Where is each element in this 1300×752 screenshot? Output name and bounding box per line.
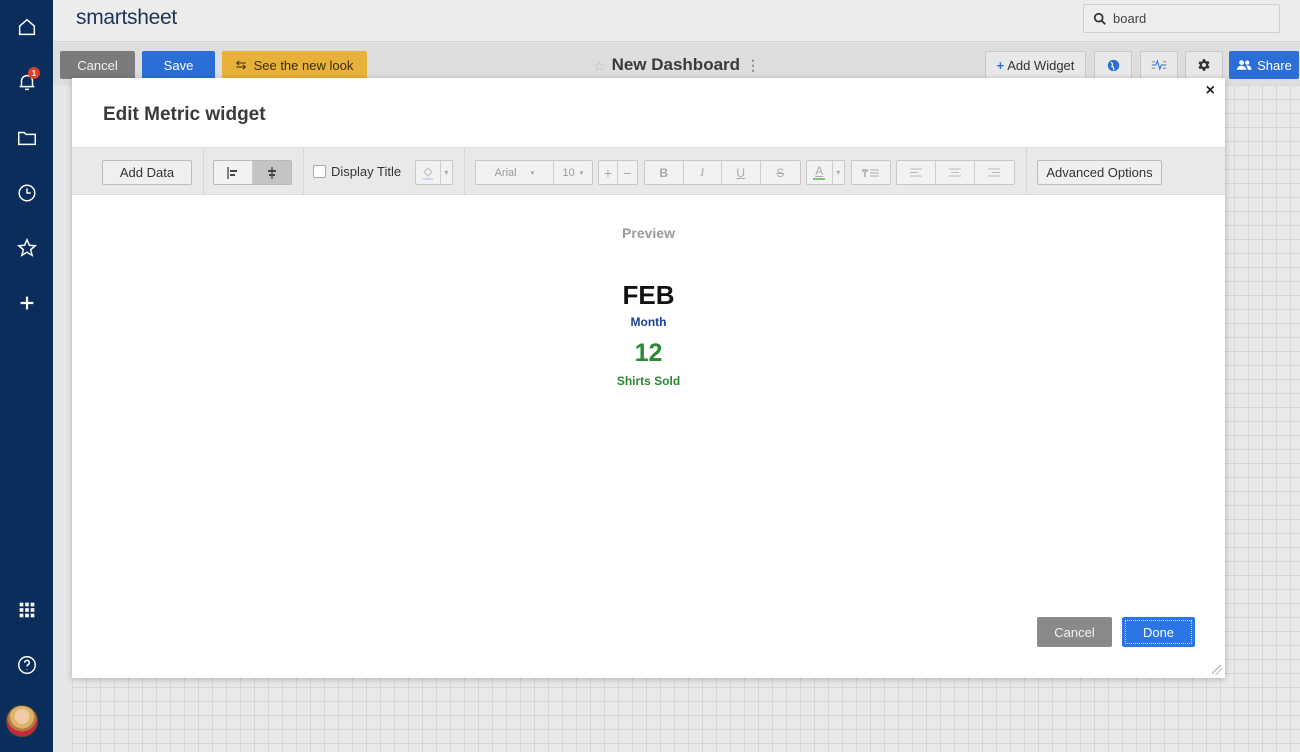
settings-button[interactable] [1185,51,1223,79]
text-color-glyph: A [815,164,824,178]
chevron-down-icon[interactable]: ▾ [833,161,844,184]
underline-button[interactable]: U [722,161,761,184]
toolbar-divider [1026,148,1027,195]
bold-button[interactable]: B [645,161,684,184]
favorite-star-icon[interactable]: ☆ [593,58,606,75]
strikethrough-button[interactable]: S [761,161,800,184]
folder-icon[interactable] [0,118,53,158]
text-style-group: B I U S [644,160,801,185]
format-painter-button[interactable] [851,160,891,185]
home-icon[interactable] [0,7,53,47]
metric-value-month: FEB [622,280,675,310]
advanced-options-button[interactable]: Advanced Options [1037,160,1162,185]
swap-arrows-icon: ⇆ [235,57,247,72]
save-button[interactable]: Save [142,51,215,79]
resize-handle-icon[interactable] [1212,665,1222,675]
edit-metric-widget-dialog: Edit Metric widget × Add Data Display Ti… [72,78,1225,678]
font-selector-group: Arial ▾ 10 ▾ [475,160,593,185]
publish-globe-button[interactable] [1094,51,1132,79]
font-size-stepper: + − [598,160,638,185]
notifications-icon[interactable]: 1 [0,62,53,102]
increase-font-size-button[interactable]: + [599,161,619,184]
notification-badge: 1 [28,67,40,79]
text-align-group [896,160,1015,185]
font-size-select[interactable]: 10 ▾ [554,161,592,184]
activity-pulse-icon [1151,59,1167,71]
alignment-toggle-group [213,160,292,185]
align-left-layout-icon[interactable] [214,161,253,184]
toolbar-divider [203,148,204,195]
add-widget-button[interactable]: + Add Widget [985,51,1086,79]
globe-icon [1107,59,1119,71]
add-data-button[interactable]: Add Data [102,160,192,185]
dashboard-title-text: New Dashboard [611,55,741,74]
search-value: board [1113,11,1147,26]
clock-icon[interactable] [0,173,53,213]
font-family-select[interactable]: Arial ▾ [476,161,554,184]
dialog-cancel-button[interactable]: Cancel [1037,617,1112,647]
align-center-layout-icon[interactable] [253,161,291,184]
dialog-title: Edit Metric widget [103,104,266,125]
activity-log-button[interactable] [1140,51,1178,79]
plus-icon: + [996,57,1005,73]
see-new-look-label: See the new look [253,57,354,73]
apps-grid-icon[interactable] [0,590,53,630]
toolbar-divider [303,148,304,195]
italic-button[interactable]: I [684,161,722,184]
align-left-icon[interactable] [897,161,937,184]
toolbar-divider [464,148,465,195]
chevron-down-icon[interactable]: ▾ [441,161,452,184]
metric-label-shirts-sold: Shirts Sold [616,374,681,388]
font-family-value: Arial [494,166,517,179]
user-avatar[interactable] [6,705,38,737]
widget-format-toolbar: Add Data Display Title ▾ Arial ▾ 10 ▾ + … [72,147,1225,195]
star-icon[interactable] [0,228,53,268]
fill-color-picker[interactable]: ▾ [415,160,453,185]
people-icon [1236,60,1252,70]
see-new-look-button[interactable]: ⇆ See the new look [222,51,367,79]
gear-icon [1198,59,1210,71]
done-button[interactable]: Done [1122,617,1195,647]
text-color-icon[interactable]: A [807,161,833,184]
display-title-checkbox[interactable]: Display Title [313,164,401,179]
font-size-value: 10 [562,166,575,179]
share-label: Share [1257,57,1292,73]
format-painter-icon[interactable] [852,161,890,184]
decrease-font-size-button[interactable]: − [618,161,637,184]
more-options-icon[interactable]: ⋮ [746,57,760,74]
metric-label-month: Month [630,315,667,329]
close-icon[interactable]: × [1206,82,1215,100]
text-color-picker[interactable]: A ▾ [806,160,845,185]
left-navigation: 1 [0,0,53,752]
checkbox-box[interactable] [313,165,326,178]
search-input[interactable]: board [1083,4,1280,33]
align-right-icon[interactable] [975,161,1014,184]
search-icon [1093,12,1106,25]
preview-heading: Preview [622,225,675,241]
display-title-label: Display Title [331,164,402,179]
text-color-swatch [813,178,826,180]
add-widget-label: Add Widget [1007,57,1075,73]
chevron-down-icon: ▾ [579,169,584,177]
help-icon[interactable] [0,645,53,685]
chevron-down-icon: ▾ [530,169,535,177]
paint-bucket-icon[interactable] [416,161,441,184]
cancel-button[interactable]: Cancel [60,51,135,79]
plus-icon[interactable] [0,283,53,323]
top-bar: smartsheet board [53,0,1300,42]
dashboard-title: ☆ New Dashboard ⋮ [593,55,760,75]
share-button[interactable]: Share [1229,51,1299,79]
align-center-icon[interactable] [936,161,975,184]
metric-value-shirts-sold: 12 [634,339,663,367]
smartsheet-logo: smartsheet [76,6,177,29]
